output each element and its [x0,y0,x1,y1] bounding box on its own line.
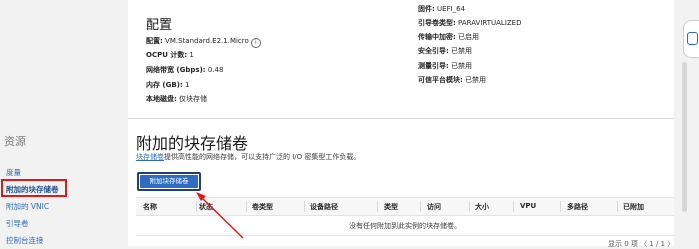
description-text: 提供高性能的网络存储，可以支持广泛的 I/O 密集型工作负载。 [164,153,361,161]
empty-message: 没有任何附加到此实例的块存储卷。 [349,222,461,230]
column-divider [617,201,618,212]
column-divider [196,201,197,212]
trusted-platform-value: 已禁用 [465,76,487,84]
col-device-path[interactable]: 设备路径 [310,202,338,212]
col-state[interactable]: 状态 [199,202,213,212]
local-disk-label: 本地磁盘: [146,95,177,103]
bandwidth-label: 网络带宽 (Gbps): [146,66,206,74]
main-content: 配置 配置: VM.Standard.E2.1.Micro i OCPU 计数: … [128,0,674,249]
help-widget-icon [687,32,698,45]
boot-volume-type-label: 引导卷类型: [418,19,456,27]
attach-block-volume-button[interactable]: 附加块存储卷 [140,175,198,188]
column-divider [377,201,378,212]
col-type[interactable]: 类型 [384,202,398,212]
table-header: 名称 状态 卷类型 设备路径 类型 访问 大小 VPU 多路径 已附加 [136,197,674,216]
section-divider [128,118,674,119]
in-transit-encryption-value: 已启用 [458,33,480,41]
pagination[interactable]: 显示 0 项 〈 1 / 1 〉 [608,239,674,249]
col-attached[interactable]: 已附加 [623,202,644,212]
boot-volume-type-row: 引导卷类型: PARAVIRTUALIZED [418,18,522,28]
secure-boot-value: 已禁用 [451,47,473,55]
in-transit-encryption-label: 传输中加密: [418,33,456,41]
info-icon[interactable]: i [250,38,261,48]
config-heading: 配置 [146,18,173,33]
secure-boot-label: 安全引导: [418,47,449,55]
vertical-scrollbar[interactable] [682,62,687,212]
attached-volumes-table: 名称 状态 卷类型 设备路径 类型 访问 大小 VPU 多路径 已附加 没有任何… [136,197,674,236]
shape-value: VM.Standard.E2.1.Micro [165,37,249,45]
ocpu-row: OCPU 计数: 1 [146,50,194,60]
resources-title: 资源 [4,135,26,148]
sidebar-item-metrics[interactable]: 度量 [6,167,21,178]
boot-volume-type-value: PARAVIRTUALIZED [458,19,522,27]
col-multipath[interactable]: 多路径 [567,202,588,212]
memory-row: 内存 (GB): 1 [146,80,189,90]
shape-row: 配置: VM.Standard.E2.1.Micro i [146,36,261,48]
attached-volumes-heading: 附加的块存储卷 [136,134,249,153]
attached-volumes-description: 块存储卷提供高性能的网络存储，可以支持广泛的 I/O 密集型工作负载。 [136,152,360,162]
measured-boot-row: 测量引导: 已禁用 [418,61,472,71]
column-divider [560,201,561,212]
column-divider [420,201,421,212]
local-disk-value: 仅块存储 [179,95,208,103]
col-name[interactable]: 名称 [143,202,157,212]
local-disk-row: 本地磁盘: 仅块存储 [146,94,207,104]
col-volume-type[interactable]: 卷类型 [252,202,273,212]
secure-boot-row: 安全引导: 已禁用 [418,46,472,56]
ocpu-value: 1 [189,51,194,59]
column-divider [246,201,247,212]
in-transit-encryption-row: 传输中加密: 已启用 [418,32,479,42]
firmware-label: 固件: [418,5,435,13]
sidebar-highlight-box [1,179,67,197]
column-divider [513,201,514,212]
col-vpu[interactable]: VPU [520,202,536,210]
col-size[interactable]: 大小 [475,202,489,212]
sidebar-item-attached-vnics[interactable]: 附加的 VNIC [6,201,49,212]
ocpu-label: OCPU 计数: [146,51,188,59]
firmware-row: 固件: UEFI_64 [418,4,465,14]
column-divider [304,201,305,212]
shape-label: 配置: [146,37,163,45]
trusted-platform-row: 可信平台模块: 已禁用 [418,75,486,85]
bandwidth-row: 网络带宽 (Gbps): 0.48 [146,65,223,75]
measured-boot-label: 测量引导: [418,62,449,70]
firmware-value: UEFI_64 [437,5,466,13]
table-empty-row: 没有任何附加到此实例的块存储卷。 [136,216,674,236]
resources-sidebar: 资源 度量 附加的块存储卷 附加的 VNIC 引导卷 控制台连接 [0,0,120,246]
memory-value: 1 [184,81,190,89]
sidebar-item-boot-volume[interactable]: 引导卷 [6,218,29,229]
sidebar-item-console-connection[interactable]: 控制台连接 [6,235,44,246]
col-access[interactable]: 访问 [427,202,441,212]
bandwidth-value: 0.48 [207,66,224,74]
column-divider [469,201,470,212]
measured-boot-value: 已禁用 [451,62,473,70]
trusted-platform-label: 可信平台模块: [418,76,463,84]
block-volume-link[interactable]: 块存储卷 [136,153,164,161]
help-widget-button[interactable] [683,20,699,58]
memory-label: 内存 (GB): [146,81,183,89]
